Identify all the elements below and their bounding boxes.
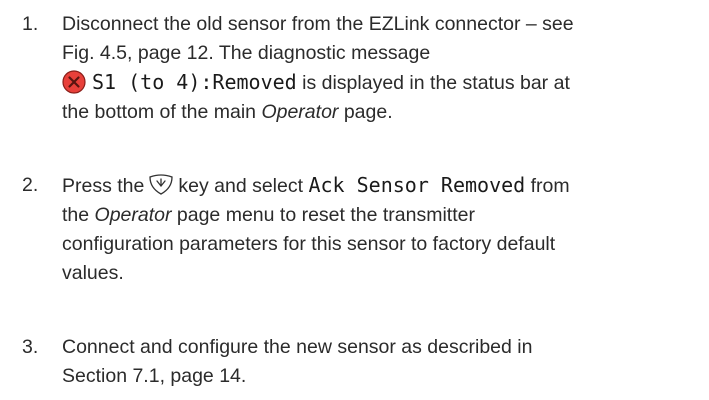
down-arrow-key-icon bbox=[148, 174, 174, 196]
text-line: Section 7.1, page 14. bbox=[62, 365, 247, 387]
text-line: Connect and configure the new sensor as … bbox=[62, 336, 533, 358]
operator-term: Operator bbox=[94, 204, 172, 226]
text-line: Fig. 4.5, page 12. The diagnostic messag… bbox=[62, 42, 431, 64]
text-segment: Press the bbox=[62, 175, 145, 197]
menu-item-name: Ack Sensor Removed bbox=[308, 173, 526, 197]
text-line: the bottom of the main Operator page. bbox=[62, 98, 707, 127]
text-segment: key and select bbox=[178, 175, 309, 197]
text-segment: page menu to reset the transmitter bbox=[171, 204, 475, 226]
text-line: S1 (to 4):Removed is displayed in the st… bbox=[62, 68, 707, 98]
step-number: 1. bbox=[22, 13, 39, 35]
diagnostic-message: S1 (to 4):Removed bbox=[92, 70, 297, 94]
step-number: 3. bbox=[22, 336, 39, 358]
text-segment: the bottom of the main bbox=[62, 101, 262, 123]
step-text: Disconnect the old sensor from the EZLin… bbox=[62, 10, 707, 127]
operator-term: Operator bbox=[261, 101, 339, 123]
text-line: Disconnect the old sensor from the EZLin… bbox=[62, 13, 574, 35]
step-text: Connect and configure the new sensor as … bbox=[62, 333, 707, 391]
text-segment: is displayed in the status bar at bbox=[296, 72, 570, 94]
step-text: Press the key and select Ack Sensor Remov… bbox=[62, 171, 707, 288]
text-line: values. bbox=[62, 262, 124, 284]
text-line: the Operator page menu to reset the tran… bbox=[62, 201, 707, 230]
error-circle-icon bbox=[62, 70, 86, 94]
text-segment: from bbox=[525, 175, 570, 197]
text-line: Press the key and select Ack Sensor Remov… bbox=[62, 171, 707, 201]
step-number: 2. bbox=[22, 174, 39, 196]
text-segment: page. bbox=[338, 101, 393, 123]
text-line: configuration parameters for this sensor… bbox=[62, 233, 556, 255]
text-segment: the bbox=[62, 204, 95, 226]
